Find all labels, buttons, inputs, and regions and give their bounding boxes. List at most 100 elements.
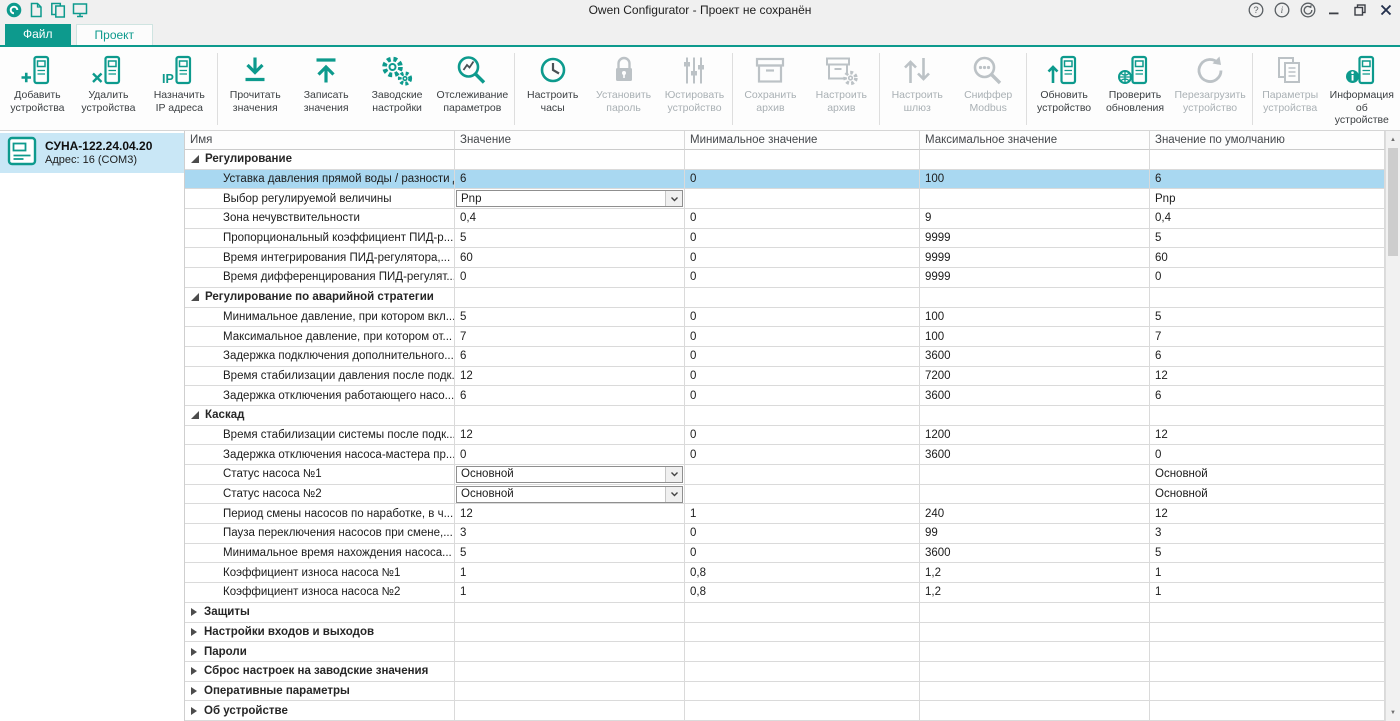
parameter-row[interactable]: Минимальное время нахождения насоса... 5 0…: [185, 543, 1385, 564]
column-header-min[interactable]: Минимальное значение: [685, 131, 920, 150]
parameter-row[interactable]: Задержка отключения работающего насо... 6…: [185, 386, 1385, 406]
group-row[interactable]: Пароли: [185, 642, 1385, 662]
scroll-thumb[interactable]: [1388, 148, 1398, 256]
param-value-cell[interactable]: 12: [455, 366, 685, 387]
parameter-row[interactable]: Время интегрирования ПИД-регулятора,... 6…: [185, 248, 1385, 269]
remove-device-button[interactable]: Удалить устройства: [73, 49, 144, 114]
parameter-row[interactable]: Уставка давления прямой воды / разности …: [185, 169, 1385, 190]
group-name-cell[interactable]: Регулирование: [185, 150, 455, 170]
group-row[interactable]: Сброс настроек на заводские значения: [185, 661, 1385, 682]
param-value-cell[interactable]: 1: [455, 563, 685, 584]
expand-group-icon[interactable]: [191, 608, 197, 617]
factory-settings-button[interactable]: Заводские настройки: [362, 49, 433, 114]
expand-group-icon[interactable]: [191, 706, 197, 715]
vertical-scrollbar[interactable]: ▲ ▼: [1385, 131, 1400, 721]
parameter-row[interactable]: Задержка подключения дополнительного... 6…: [185, 346, 1385, 367]
param-value-cell[interactable]: 6: [455, 169, 685, 190]
parameter-row[interactable]: Коэффициент износа насоса №2 1 0,8 1,2 1: [185, 583, 1385, 603]
parameter-row[interactable]: Статус насоса №2 Основной Основной: [185, 484, 1385, 505]
read-values-button[interactable]: Прочитать значения: [220, 49, 291, 114]
column-header-name[interactable]: Имя: [185, 131, 455, 150]
parameter-row[interactable]: Период смены насосов по наработке, в ч..…: [185, 504, 1385, 525]
scroll-down-icon[interactable]: ▼: [1386, 705, 1400, 720]
parameter-row[interactable]: Зона нечувствительности 0,4 0 9 0,4: [185, 209, 1385, 229]
expand-group-icon[interactable]: [191, 686, 197, 695]
parameter-row[interactable]: Задержка отключения насоса-мастера пр...…: [185, 445, 1385, 465]
group-row[interactable]: Оперативные параметры: [185, 681, 1385, 702]
help-icon[interactable]: ?: [1248, 2, 1264, 18]
scroll-up-icon[interactable]: ▲: [1386, 132, 1400, 147]
add-device-button[interactable]: Добавить устройства: [2, 49, 73, 114]
param-value-cell[interactable]: 7: [455, 327, 685, 347]
parameter-row[interactable]: Пропорциональный коэффициент ПИД-р... 5 0 9…: [185, 228, 1385, 249]
group-name-cell[interactable]: Каскад: [185, 405, 455, 426]
column-header-default[interactable]: Значение по умолчанию: [1150, 131, 1385, 150]
dropdown-arrow-icon[interactable]: [665, 486, 682, 502]
open-project-icon[interactable]: [50, 2, 66, 18]
device-list-item[interactable]: СУНА-122.24.04.20 Адрес: 16 (COM3): [0, 133, 184, 173]
group-name-cell[interactable]: Пароли: [185, 642, 455, 662]
parameter-row[interactable]: Максимальное давление, при котором от...…: [185, 327, 1385, 347]
group-name-cell[interactable]: Регулирование по аварийной стратегии: [185, 287, 455, 308]
parameter-row[interactable]: Время стабилизации давления после подк..…: [185, 366, 1385, 387]
parameter-row[interactable]: Пауза переключения насосов при смене,...…: [185, 524, 1385, 544]
collapse-group-icon[interactable]: [191, 293, 199, 302]
expand-group-icon[interactable]: [191, 667, 197, 676]
minimize-icon[interactable]: [1326, 2, 1342, 18]
group-name-cell[interactable]: Защиты: [185, 602, 455, 623]
maximize-icon[interactable]: [1352, 2, 1368, 18]
group-name-cell[interactable]: Об устройстве: [185, 701, 455, 721]
group-row[interactable]: Каскад: [185, 405, 1385, 426]
collapse-group-icon[interactable]: [191, 155, 199, 164]
check-updates-button[interactable]: Проверить обновления: [1100, 49, 1171, 114]
param-value-cell[interactable]: Pnp: [455, 189, 685, 210]
dropdown-arrow-icon[interactable]: [665, 466, 682, 482]
param-value-cell[interactable]: 0: [455, 268, 685, 288]
write-values-button[interactable]: Записать значения: [291, 49, 362, 114]
param-value-cell[interactable]: 0,4: [455, 209, 685, 229]
parameter-row[interactable]: Статус насоса №1 Основной Основной: [185, 465, 1385, 485]
param-value-cell[interactable]: 0: [455, 445, 685, 465]
param-value-cell[interactable]: 5: [455, 307, 685, 328]
value-dropdown[interactable]: Pnp: [456, 190, 683, 208]
close-icon[interactable]: [1378, 2, 1394, 18]
value-dropdown[interactable]: Основной: [456, 465, 683, 483]
column-header-value[interactable]: Значение: [455, 131, 685, 150]
param-value-cell[interactable]: 12: [455, 504, 685, 525]
group-row[interactable]: Регулирование: [185, 150, 1385, 170]
group-row[interactable]: Настройки входов и выходов: [185, 622, 1385, 643]
save-project-icon[interactable]: [72, 2, 88, 18]
param-value-cell[interactable]: 3: [455, 524, 685, 544]
param-value-cell[interactable]: 6: [455, 346, 685, 367]
tab-file[interactable]: Файл: [5, 24, 71, 45]
dropdown-arrow-icon[interactable]: [665, 191, 682, 207]
tab-project[interactable]: Проект: [75, 24, 154, 45]
parameter-row[interactable]: Выбор регулируемой величины Pnp Pnp: [185, 189, 1385, 210]
param-value-cell[interactable]: Основной: [455, 484, 685, 505]
param-value-cell[interactable]: 5: [455, 228, 685, 249]
assign-ip-button[interactable]: IP Назначить IP адреса: [144, 49, 215, 114]
param-value-cell[interactable]: 5: [455, 543, 685, 564]
param-value-cell[interactable]: 6: [455, 386, 685, 406]
column-header-max[interactable]: Максимальное значение: [920, 131, 1150, 150]
clock-button[interactable]: Настроить часы: [517, 49, 588, 114]
parameter-row[interactable]: Время дифференцирования ПИД-регулят... 0 0…: [185, 268, 1385, 288]
expand-group-icon[interactable]: [191, 647, 197, 656]
group-name-cell[interactable]: Оперативные параметры: [185, 681, 455, 702]
value-dropdown[interactable]: Основной: [456, 485, 683, 503]
param-value-cell[interactable]: 1: [455, 583, 685, 603]
new-project-icon[interactable]: [28, 2, 44, 18]
update-device-button[interactable]: Обновить устройство: [1029, 49, 1100, 114]
expand-group-icon[interactable]: [191, 627, 197, 636]
group-name-cell[interactable]: Сброс настроек на заводские значения: [185, 661, 455, 682]
param-value-cell[interactable]: Основной: [455, 465, 685, 485]
param-value-cell[interactable]: 60: [455, 248, 685, 269]
about-icon[interactable]: i: [1274, 2, 1290, 18]
collapse-group-icon[interactable]: [191, 411, 199, 420]
device-info-button[interactable]: Информация об устройстве: [1326, 49, 1398, 127]
parameter-row[interactable]: Коэффициент износа насоса №1 1 0,8 1,2 1: [185, 563, 1385, 584]
parameter-row[interactable]: Минимальное давление, при котором вкл...…: [185, 307, 1385, 328]
update-check-icon[interactable]: [1300, 2, 1316, 18]
parameter-row[interactable]: Время стабилизации системы после подк...…: [185, 425, 1385, 446]
group-row[interactable]: Об устройстве: [185, 701, 1385, 721]
